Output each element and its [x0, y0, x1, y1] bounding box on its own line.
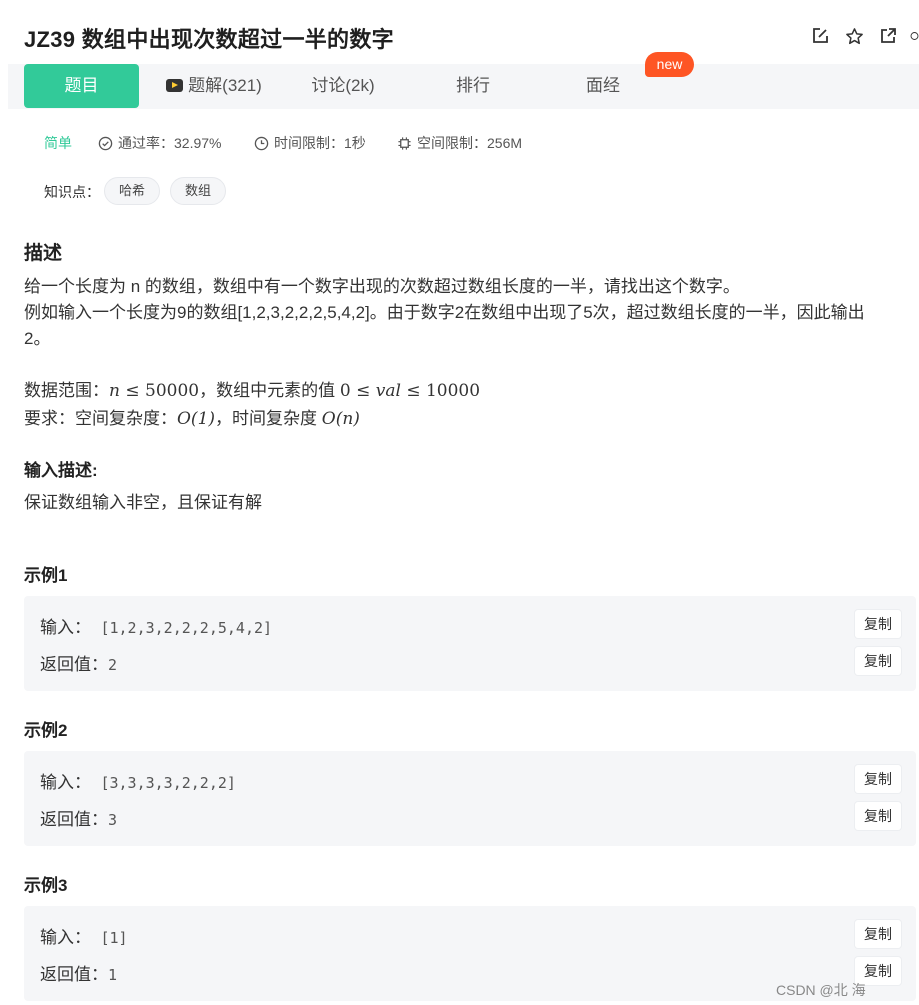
copy-output-button[interactable]: 复制 [855, 802, 901, 830]
chip-icon [398, 136, 411, 150]
description-line-3: 2。 [24, 329, 51, 348]
tag-hash[interactable]: 哈希 [104, 177, 161, 205]
input-label: 输入： [40, 618, 91, 637]
clock-icon [254, 136, 269, 150]
example-1-box [24, 596, 916, 691]
pass-rate-text: 通过率：32.97% [118, 135, 222, 151]
space-limit-text: 空间限制：256M [417, 135, 523, 151]
range-mid: ，数组中元素的值 [199, 381, 340, 400]
complexity-requirement: 要求：空间复杂度：O(1)，时间复杂度 O(n) [24, 406, 360, 432]
range-leq: ≤ [119, 381, 146, 401]
input-label: 输入： [40, 928, 91, 947]
req-time: O(n) [321, 409, 360, 429]
tab-ranking[interactable]: 排行 [440, 64, 506, 108]
description-line-2: 例如输入一个长度为9的数组[1,2,3,2,2,2,5,4,2]。由于数字2在数… [24, 303, 865, 322]
copy-output-button[interactable]: 复制 [855, 647, 901, 675]
time-limit-text: 时间限制：1秒 [274, 135, 366, 151]
example-2-heading: 示例2 [24, 721, 68, 740]
range-leq: ≤ [400, 381, 426, 401]
range-val: val [375, 381, 401, 401]
tab-discussion[interactable]: 讨论(2k) [300, 64, 386, 108]
example-3-output: 返回值：1 [40, 960, 117, 985]
pass-rate: 通过率：32.97% [98, 133, 221, 153]
tab-label: 题解(321) [188, 76, 262, 95]
output-value: 2 [108, 656, 118, 674]
input-label: 输入： [40, 773, 91, 792]
watermark: CSDN @北 海 [776, 982, 866, 998]
range-n: n [109, 381, 120, 401]
input-desc-heading: 输入描述: [24, 461, 98, 480]
input-desc-text: 保证数组输入非空，且保证有解 [24, 493, 262, 512]
check-circle-icon [98, 136, 113, 150]
time-limit: 时间限制：1秒 [254, 133, 366, 153]
copy-input-button[interactable]: 复制 [855, 765, 901, 793]
description-line-1: 给一个长度为 n 的数组，数组中有一个数字出现的次数超过数组长度的一半，请找出这… [24, 277, 740, 296]
output-label: 返回值： [40, 810, 108, 829]
req-space: O(1) [177, 409, 216, 429]
copy-input-button[interactable]: 复制 [855, 610, 901, 638]
example-3-input: 输入： [1] [40, 923, 128, 948]
tab-label: 题目 [64, 76, 99, 95]
range-leq: ≤ [350, 381, 376, 401]
example-1-output: 返回值：2 [40, 650, 117, 675]
req-prefix: 要求：空间复杂度： [24, 409, 177, 428]
video-icon [166, 79, 184, 92]
input-value: [1] [100, 929, 128, 947]
data-range: 数据范围：n ≤ 50000，数组中元素的值 0 ≤ val ≤ 10000 [24, 378, 480, 404]
example-2-box [24, 751, 916, 846]
share-icon[interactable] [878, 26, 898, 46]
range-zero: 0 [339, 381, 351, 401]
space-limit: 空间限制：256M [397, 133, 522, 153]
example-2-output: 返回值：3 [40, 805, 117, 830]
example-1-input: 输入： [1,2,3,2,2,2,5,4,2] [40, 613, 272, 638]
output-label: 返回值： [40, 655, 108, 674]
tab-label: 排行 [456, 76, 490, 95]
new-badge: new [645, 52, 694, 77]
output-value: 3 [108, 811, 118, 829]
description-heading: 描述 [24, 243, 63, 264]
req-mid: ，时间复杂度 [215, 409, 322, 428]
tab-solutions[interactable]: 题解(321) [155, 64, 273, 108]
star-icon[interactable] [844, 26, 864, 46]
output-label: 返回值： [40, 965, 108, 984]
example-1-heading: 示例1 [24, 566, 68, 585]
range-prefix: 数据范围： [24, 381, 109, 400]
edit-icon[interactable] [810, 26, 830, 46]
tab-interview[interactable]: 面经 [570, 64, 636, 108]
example-2-input: 输入： [3,3,3,3,2,2,2] [40, 768, 236, 793]
knowledge-label: 知识点： [44, 184, 100, 200]
tab-problem[interactable]: 题目 [24, 64, 139, 108]
output-value: 1 [108, 966, 118, 984]
example-3-heading: 示例3 [24, 876, 68, 895]
tab-label: 讨论(2k) [311, 76, 375, 95]
range-max: 50000 [145, 381, 200, 401]
input-value: [1,2,3,2,2,2,5,4,2] [100, 619, 273, 637]
copy-input-button[interactable]: 复制 [855, 920, 901, 948]
tag-array[interactable]: 数组 [170, 177, 227, 205]
difficulty-label: 简单 [44, 135, 72, 151]
circle-icon[interactable] [910, 26, 919, 46]
problem-title: JZ39 数组中出现次数超过一半的数字 [24, 27, 394, 52]
input-value: [3,3,3,3,2,2,2] [100, 774, 236, 792]
tab-label: 面经 [586, 76, 620, 95]
range-valmax: 10000 [425, 381, 481, 401]
